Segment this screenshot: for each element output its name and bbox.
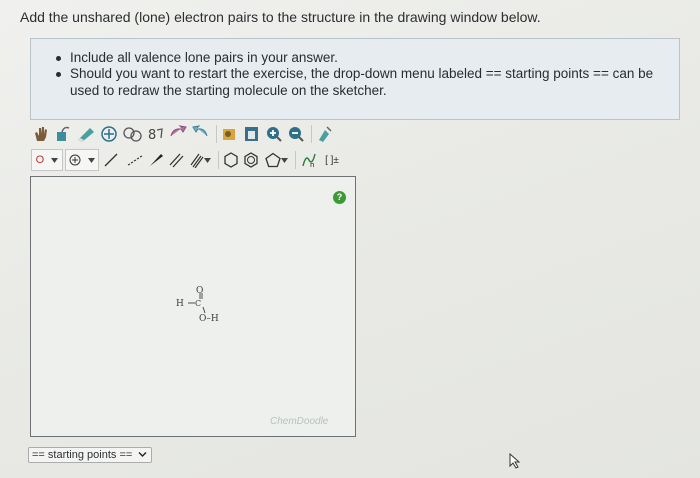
single-bond-icon[interactable] (101, 150, 121, 170)
double-bond-icon[interactable] (167, 150, 185, 170)
triple-bond-selector[interactable] (187, 150, 213, 170)
toolbar-divider (218, 151, 219, 169)
dropdown-arrow-icon (203, 157, 211, 163)
sketcher-toolbar-bottom: O n []± (31, 149, 345, 171)
copy-icon[interactable] (220, 124, 240, 144)
toolbar-divider (295, 151, 296, 169)
atom-oxygen-carbonyl[interactable]: O (196, 286, 203, 296)
instruction-text: used to redraw the starting molecule on … (70, 83, 387, 98)
dropdown-arrow-icon (87, 157, 95, 163)
hand-tool-icon[interactable] (31, 124, 51, 144)
instructions-box: Include all valence lone pairs in your a… (30, 38, 680, 120)
eraser-tool-icon[interactable] (75, 124, 97, 144)
svg-text:8: 8 (148, 128, 156, 143)
repeat-unit-icon[interactable]: n (299, 150, 319, 170)
charge-selector[interactable] (65, 149, 99, 171)
ring-center-icon[interactable] (99, 124, 119, 144)
hashed-bond-icon[interactable] (123, 150, 145, 170)
atom-hydrogen[interactable]: H (176, 299, 184, 309)
lasso-tool-icon[interactable] (53, 124, 73, 144)
atom-label: O (35, 154, 45, 166)
pentagon-ring-selector[interactable] (262, 150, 290, 170)
screen: Add the unshared (lone) electron pairs t… (0, 0, 700, 478)
dropdown-arrow-icon (51, 157, 59, 163)
benzene-ring-icon[interactable] (242, 150, 260, 170)
chemdoodle-watermark: ChemDoodle (270, 416, 329, 427)
bracket-charge-button[interactable]: [ ]± (321, 150, 343, 170)
hexagon-ring-icon[interactable] (222, 150, 240, 170)
ring-tool-icon[interactable] (121, 124, 143, 144)
redo-icon[interactable] (191, 124, 211, 144)
chain-tool-icon[interactable]: 8 (145, 124, 165, 144)
instruction-text: Include all valence lone pairs in your a… (70, 50, 338, 65)
starting-points-select[interactable]: == starting points == (28, 447, 152, 463)
svg-text:n: n (310, 161, 314, 168)
toolbar-divider (216, 125, 217, 143)
question-text: Add the unshared (lone) electron pairs t… (20, 9, 541, 25)
zoom-out-icon[interactable] (286, 124, 306, 144)
charge-plus-icon (69, 154, 81, 166)
starting-points-label: == starting points == (32, 449, 133, 461)
help-icon[interactable]: ? (333, 191, 346, 204)
sketcher-toolbar-top: 8 (31, 123, 337, 145)
chevron-down-icon (138, 452, 147, 457)
toolbar-divider (311, 125, 312, 143)
wedge-bond-icon[interactable] (147, 150, 165, 170)
instruction-text: Should you want to restart the exercise,… (70, 66, 654, 81)
mouse-cursor-icon (509, 453, 521, 469)
bullet-icon (56, 72, 61, 77)
bullet-icon (56, 56, 61, 61)
zoom-in-icon[interactable] (264, 124, 284, 144)
clean-icon[interactable] (315, 124, 335, 144)
paste-icon[interactable] (242, 124, 262, 144)
atom-hydroxyl[interactable]: O–H (199, 314, 219, 324)
atom-carbon[interactable]: C (195, 299, 201, 308)
atom-selector[interactable]: O (31, 149, 63, 171)
undo-icon[interactable] (167, 124, 189, 144)
dropdown-arrow-icon (280, 157, 288, 163)
